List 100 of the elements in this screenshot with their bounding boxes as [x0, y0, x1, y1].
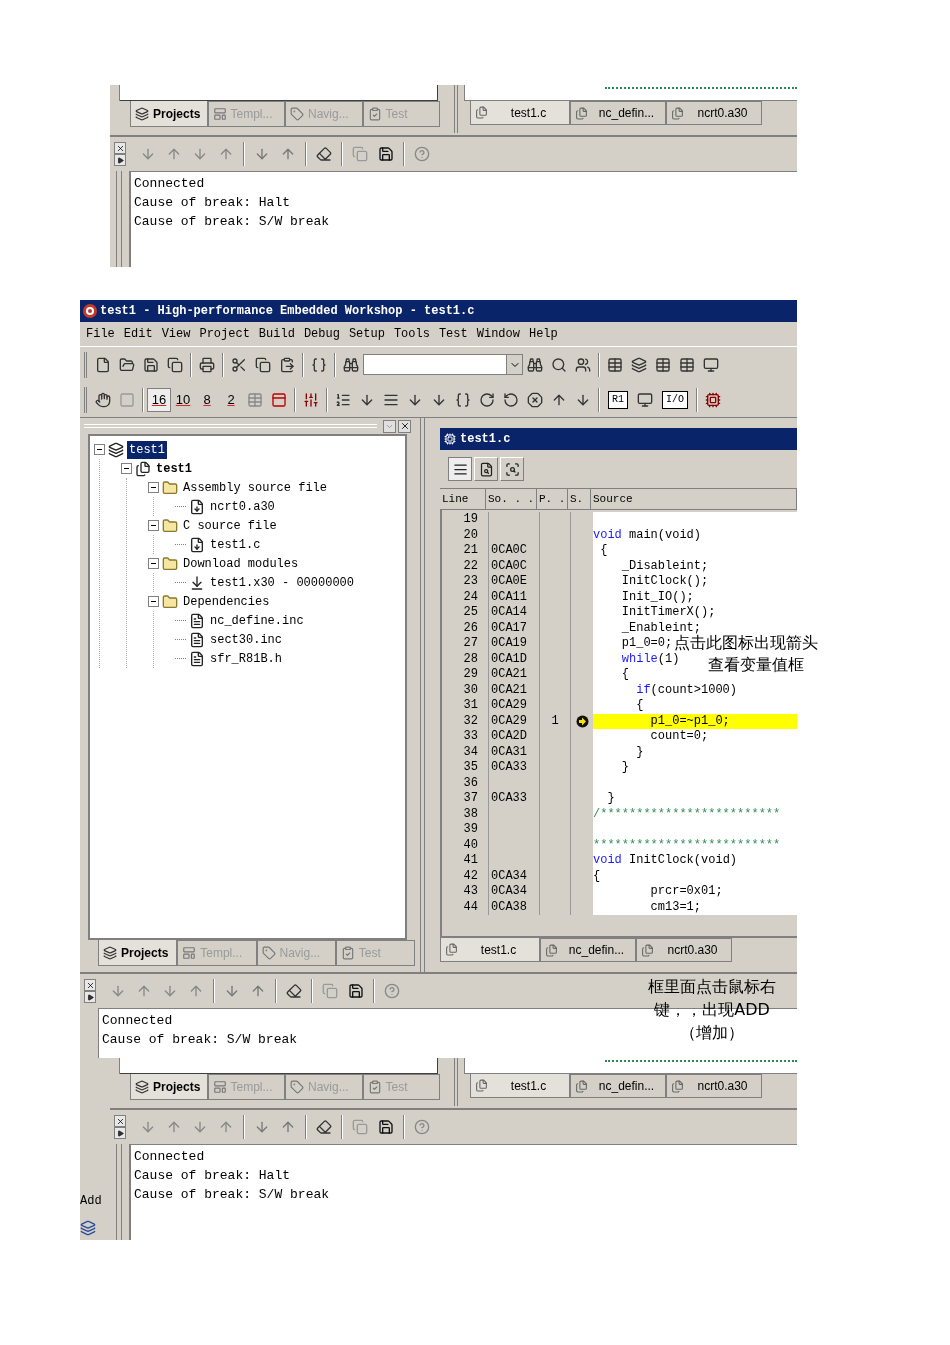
collapse-button[interactable] — [148, 558, 159, 569]
panel-tab[interactable]: Projects — [130, 101, 208, 127]
tree-item[interactable]: Download modules — [181, 554, 301, 573]
file-icon — [445, 943, 458, 956]
menu-item[interactable]: Project — [199, 325, 250, 343]
address-cell: 0CA0C — [491, 543, 527, 557]
file-tab[interactable]: test1.c — [440, 938, 540, 962]
file-icon — [575, 106, 588, 120]
help-icon — [414, 146, 430, 162]
collapse-button[interactable] — [148, 596, 159, 607]
address-cell: 0CA14 — [491, 605, 527, 619]
menu-item[interactable]: View — [161, 325, 191, 343]
tree-item[interactable]: test1.c — [208, 535, 263, 554]
side-label: Add — [80, 1193, 103, 1210]
view-button[interactable]: R1 — [608, 390, 628, 409]
braces-icon — [311, 356, 327, 373]
arrow-down-icon — [140, 146, 156, 162]
collapse-button[interactable] — [94, 444, 105, 455]
document-search-icon — [478, 461, 494, 477]
menu-item[interactable]: Help — [528, 325, 558, 343]
tag-icon — [290, 1080, 304, 1094]
close-button[interactable] — [84, 979, 96, 991]
printer-icon — [199, 356, 215, 373]
file-tab[interactable]: test1.c — [470, 1074, 570, 1098]
file-icon — [545, 943, 558, 957]
address-cell: 0CA33 — [491, 760, 527, 774]
log-line: Cause of break: Halt — [134, 1167, 291, 1185]
collapse-button[interactable] — [148, 520, 159, 531]
close-button[interactable] — [398, 419, 411, 433]
copy-icon — [352, 1119, 368, 1135]
menu-item[interactable]: Edit — [123, 325, 153, 343]
arrow-up-icon — [166, 1119, 182, 1135]
menu-item[interactable]: Debug — [303, 325, 340, 343]
expand-button[interactable] — [114, 1127, 126, 1139]
address-cell: 0CA38 — [491, 899, 527, 914]
search-combobox[interactable] — [363, 354, 523, 375]
file-icon — [475, 1079, 488, 1092]
menu-item[interactable]: File — [86, 325, 115, 343]
panel-icon — [271, 391, 287, 408]
view-mode-button[interactable] — [448, 457, 472, 481]
menu-item[interactable]: Tools — [393, 325, 430, 343]
download-file-icon — [189, 536, 205, 553]
tree-item[interactable]: C source file — [181, 516, 279, 535]
expand-button[interactable] — [114, 154, 126, 166]
file-tab[interactable]: nc_defin... — [570, 1074, 666, 1098]
file-tab[interactable]: nc_defin... — [570, 101, 666, 125]
panel-tab[interactable]: Projects — [98, 940, 178, 966]
tree-item[interactable]: nc_define.inc — [208, 611, 306, 630]
column-header[interactable]: So. . . — [486, 489, 537, 510]
tree-item[interactable]: Assembly source file — [181, 478, 330, 497]
log-line: Cause of break: S/W break — [134, 1186, 330, 1204]
close-button[interactable] — [114, 1115, 126, 1127]
file-tab[interactable]: test1.c — [470, 101, 570, 125]
taskbar-icon[interactable] — [80, 1220, 96, 1236]
tree-item[interactable]: test1 — [127, 440, 167, 459]
save-icon — [378, 1119, 394, 1135]
close-icon — [399, 421, 410, 431]
radix-button[interactable]: 8 — [195, 387, 219, 412]
address-cell: 0CA33 — [491, 791, 527, 805]
sliders-icon — [303, 391, 319, 408]
view-button[interactable]: I/O — [662, 390, 689, 409]
menu-item[interactable]: Build — [258, 325, 295, 343]
radix-button[interactable]: 16 — [147, 387, 171, 412]
expand-button[interactable] — [84, 991, 96, 1003]
figures-icon — [575, 356, 591, 373]
file-tab[interactable]: ncrt0.a30 — [666, 1074, 762, 1098]
radix-button[interactable]: 2 — [219, 387, 243, 412]
address-cell: 0CA21 — [491, 667, 527, 681]
clipboard-icon — [279, 356, 295, 373]
menu-item[interactable]: Setup — [348, 325, 385, 343]
triangle-icon — [86, 993, 94, 1001]
collapse-button[interactable] — [148, 482, 159, 493]
clipboard-check-icon — [340, 946, 355, 960]
monitor-icon — [703, 356, 719, 373]
stacked-pages-icon — [167, 356, 183, 373]
column-header[interactable]: P. . — [537, 489, 568, 510]
tree-item[interactable]: test1.x30 - 00000000 — [208, 573, 357, 592]
annotation-text: 框里面点击鼠标右 — [647, 976, 777, 998]
menu-item[interactable]: Window — [476, 325, 520, 343]
radix-button[interactable]: 10 — [171, 387, 195, 412]
tree-item[interactable]: Dependencies — [181, 592, 272, 611]
tree-item[interactable]: sect30.inc — [208, 630, 284, 649]
collapse-button[interactable] — [121, 463, 132, 474]
column-header[interactable]: Source — [591, 489, 797, 510]
log-line: Connected — [134, 1148, 205, 1166]
tree-item[interactable]: ncrt0.a30 — [208, 497, 277, 516]
panel-tab[interactable]: Projects — [130, 1074, 208, 1100]
close-button[interactable] — [114, 142, 126, 154]
file-tab[interactable]: ncrt0.a30 — [636, 938, 732, 962]
close-icon — [115, 143, 125, 153]
menu-item[interactable]: Test — [438, 325, 468, 343]
help-icon — [384, 983, 400, 999]
binoculars-icon — [343, 356, 359, 373]
column-header[interactable]: S. — [568, 489, 591, 510]
address-cell: 0CA11 — [491, 589, 527, 604]
file-tab[interactable]: ncrt0.a30 — [666, 101, 762, 125]
file-tab[interactable]: nc_defin... — [540, 938, 636, 962]
tree-item[interactable]: test1 — [154, 459, 194, 478]
column-header[interactable]: Line — [440, 489, 486, 510]
tree-item[interactable]: sfr_R81B.h — [208, 649, 284, 668]
